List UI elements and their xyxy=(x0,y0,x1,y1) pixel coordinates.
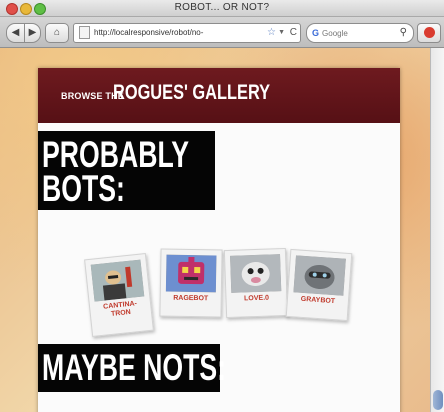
google-icon[interactable]: G xyxy=(312,24,319,42)
back-button[interactable]: ◀ xyxy=(6,23,25,43)
card-label: LOVE.0 xyxy=(226,294,286,304)
ragebot-robot-icon xyxy=(165,254,217,293)
window-title: ROBOT... OR NOT? xyxy=(174,2,270,13)
search-placeholder: Google xyxy=(322,29,348,38)
love0-robot-icon xyxy=(230,254,282,293)
cantinatron-robot-icon xyxy=(90,259,145,302)
graybot-photo xyxy=(293,255,346,296)
addon-icon xyxy=(423,27,435,38)
forward-arrow-icon: ▶ xyxy=(28,27,37,38)
title-bar: ROBOT... OR NOT? xyxy=(0,0,444,17)
card-label-line1: RAGEBOT xyxy=(173,294,209,303)
reload-icon[interactable]: C xyxy=(290,24,297,42)
maybe-nots-heading: MAYBE NOTS: xyxy=(38,344,226,392)
card-label-line1: LOVE.0 xyxy=(243,294,270,303)
page-content: BROWSE THE ROGUES' GALLERY PROBABLY BOTS… xyxy=(38,68,400,412)
url-dropdown-icon[interactable]: ▼ xyxy=(278,24,285,42)
maybe-line1: MAYBE NOTS: xyxy=(42,347,227,388)
probably-line2: BOTS: xyxy=(42,168,125,209)
addon-button[interactable] xyxy=(417,23,441,43)
bookmark-star-icon[interactable]: ☆ xyxy=(267,24,276,42)
probably-bots-heading: PROBABLY BOTS: xyxy=(38,131,215,210)
card-label: CANTINA- TRON xyxy=(90,299,151,321)
love0-photo xyxy=(230,254,282,293)
banner-title: ROGUES' GALLERY xyxy=(113,81,271,104)
gallery-banner[interactable]: BROWSE THE ROGUES' GALLERY xyxy=(38,68,400,123)
home-icon: ⌂ xyxy=(53,27,61,38)
ragebot-photo xyxy=(165,254,217,293)
browser-toolbar: ◀ ▶ ⌂ http://localresponsive/robot/no- ☆… xyxy=(0,17,444,48)
home-button[interactable]: ⌂ xyxy=(45,23,69,43)
card-label: RAGEBOT xyxy=(161,294,221,303)
scrollbar-thumb[interactable] xyxy=(433,390,443,410)
robot-card-ragebot[interactable]: RAGEBOT xyxy=(159,248,223,318)
vertical-scrollbar[interactable] xyxy=(430,48,444,412)
robot-card-graybot[interactable]: GRAYBOT xyxy=(285,248,353,322)
robot-card-cantinatron[interactable]: CANTINA- TRON xyxy=(84,252,154,338)
card-label-line1: GRAYBOT xyxy=(300,295,336,306)
search-icon[interactable]: ⚲ xyxy=(400,24,407,42)
url-text: http://localresponsive/robot/no- xyxy=(94,28,204,37)
cantinatron-photo xyxy=(90,259,145,302)
back-arrow-icon: ◀ xyxy=(11,27,20,38)
card-label: GRAYBOT xyxy=(288,295,348,307)
search-bar[interactable]: G Google ⚲ xyxy=(306,23,414,43)
forward-button[interactable]: ▶ xyxy=(24,23,41,43)
page-viewport: BROWSE THE ROGUES' GALLERY PROBABLY BOTS… xyxy=(0,48,430,412)
graybot-robot-icon xyxy=(293,255,346,296)
url-bar[interactable]: http://localresponsive/robot/no- ☆ ▼ C xyxy=(73,23,301,43)
robot-card-love0[interactable]: LOVE.0 xyxy=(223,247,289,319)
page-icon xyxy=(79,26,90,40)
